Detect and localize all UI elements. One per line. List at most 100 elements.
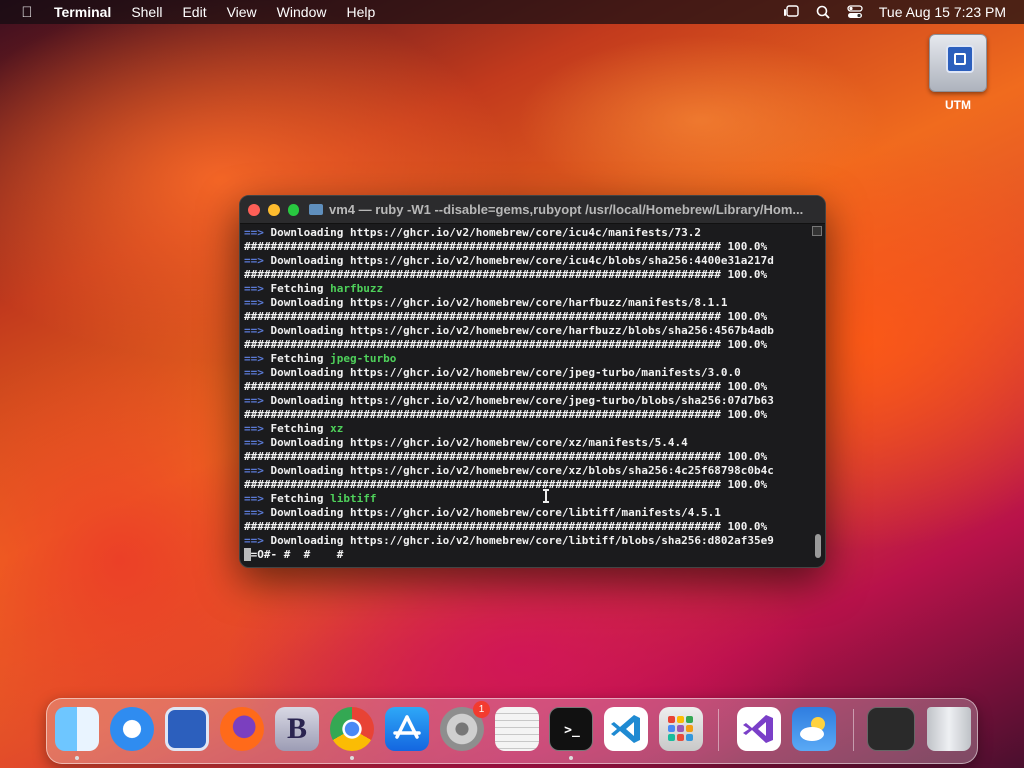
running-indicator <box>350 756 354 760</box>
chrome-window-thumbnail[interactable] <box>867 707 915 751</box>
firefox-icon[interactable] <box>220 707 264 751</box>
terminal-line: ########################################… <box>244 310 808 324</box>
line-text: ########################################… <box>244 478 768 491</box>
terminal-line: ==> Downloading https://ghcr.io/v2/homeb… <box>244 226 808 240</box>
folder-icon <box>309 204 324 215</box>
terminal-line: ########################################… <box>244 338 808 352</box>
menu-bar-clock[interactable]: Tue Aug 15 7:23 PM <box>879 4 1006 20</box>
line-arrow: ==> <box>244 422 264 435</box>
spotlight-search-icon[interactable] <box>815 4 831 20</box>
vscode-icon[interactable] <box>604 707 648 751</box>
running-indicator <box>75 756 79 760</box>
line-text: Downloading https://ghcr.io/v2/homebrew/… <box>263 296 728 309</box>
desktop-icon-label: UTM <box>945 98 971 112</box>
apple-menu-icon[interactable]:  <box>18 4 36 21</box>
stage-manager-icon[interactable] <box>783 4 799 20</box>
dock-glyph: >_ <box>564 722 580 738</box>
line-arrow: ==> <box>244 492 264 505</box>
package-name: jpeg-turbo <box>330 352 397 365</box>
terminal-window[interactable]: vm4 — ruby -W1 --disable=gems,rubyopt /u… <box>239 195 826 568</box>
terminal-line: ==> Fetching libtiff <box>244 492 808 506</box>
terminal-line: ########################################… <box>244 450 808 464</box>
textedit-icon[interactable] <box>495 707 539 751</box>
system-settings-icon[interactable]: 1 <box>440 701 490 751</box>
control-center-icon[interactable] <box>847 4 863 20</box>
terminal-line: ########################################… <box>244 478 808 492</box>
line-arrow: ==> <box>244 226 264 239</box>
launchpad-icon[interactable] <box>659 707 703 751</box>
terminal-output[interactable]: ==> Downloading https://ghcr.io/v2/homeb… <box>244 226 808 562</box>
terminal-line: ==> Downloading https://ghcr.io/v2/homeb… <box>244 534 808 548</box>
terminal-line: ==> Downloading https://ghcr.io/v2/homeb… <box>244 394 808 408</box>
terminal-line: ########################################… <box>244 268 808 282</box>
terminal-line: ==> Downloading https://ghcr.io/v2/homeb… <box>244 464 808 478</box>
line-text: Downloading https://ghcr.io/v2/homebrew/… <box>263 366 741 379</box>
line-text: ########################################… <box>244 380 768 393</box>
menu-window[interactable]: Window <box>277 4 327 20</box>
terminal-line: ==> Downloading https://ghcr.io/v2/homeb… <box>244 366 808 380</box>
terminal-line: ==> Fetching xz <box>244 422 808 436</box>
line-text: Downloading https://ghcr.io/v2/homebrew/… <box>263 534 774 547</box>
bbedit-icon[interactable]: B <box>275 707 319 751</box>
desktop-utm-drive[interactable]: UTM <box>926 34 990 112</box>
menu-view[interactable]: View <box>227 4 257 20</box>
visual-studio-icon[interactable] <box>737 707 781 751</box>
chrome-icon[interactable] <box>330 707 374 751</box>
utm-drive-icon <box>929 34 987 92</box>
terminal-line: ==> Downloading https://ghcr.io/v2/homeb… <box>244 506 808 520</box>
close-window-button[interactable] <box>248 203 260 216</box>
menu-bar:  Terminal Shell Edit View Window Help T… <box>0 0 1024 24</box>
terminal-line: ==> Fetching harfbuzz <box>244 282 808 296</box>
line-text: Downloading https://ghcr.io/v2/homebrew/… <box>263 394 774 407</box>
menu-app-terminal[interactable]: Terminal <box>54 4 111 20</box>
line-text: Downloading https://ghcr.io/v2/homebrew/… <box>263 226 701 239</box>
line-arrow: ==> <box>244 464 264 477</box>
menu-edit[interactable]: Edit <box>182 4 206 20</box>
line-arrow: ==> <box>244 254 264 267</box>
safari-icon[interactable] <box>110 707 154 751</box>
notification-badge: 1 <box>473 701 490 718</box>
progress-line: =O#- # # # <box>244 548 808 562</box>
line-arrow: ==> <box>244 296 264 309</box>
dock-glyph: B <box>286 712 307 745</box>
line-text: Downloading https://ghcr.io/v2/homebrew/… <box>263 436 688 449</box>
terminal-line: ==> Downloading https://ghcr.io/v2/homeb… <box>244 324 808 338</box>
line-text: Fetching <box>263 282 331 295</box>
terminal-icon[interactable]: >_ <box>549 707 593 751</box>
line-arrow: ==> <box>244 534 264 547</box>
terminal-cursor <box>244 548 251 561</box>
trash-icon[interactable] <box>927 707 971 751</box>
minimize-window-button[interactable] <box>267 203 280 216</box>
terminal-line: ########################################… <box>244 520 808 534</box>
scroll-indicator-icon[interactable] <box>812 226 822 236</box>
finder-icon[interactable] <box>55 707 99 751</box>
menu-help[interactable]: Help <box>346 4 375 20</box>
menu-shell[interactable]: Shell <box>131 4 162 20</box>
window-title: vm4 — ruby -W1 --disable=gems,rubyopt /u… <box>329 202 804 217</box>
weather-icon[interactable] <box>792 707 836 751</box>
running-indicator <box>569 756 573 760</box>
line-text: ########################################… <box>244 338 768 351</box>
terminal-line: ==> Downloading https://ghcr.io/v2/homeb… <box>244 436 808 450</box>
zoom-window-button[interactable] <box>287 203 300 216</box>
package-name: harfbuzz <box>330 282 384 295</box>
line-arrow: ==> <box>244 324 264 337</box>
terminal-line: ==> Downloading https://ghcr.io/v2/homeb… <box>244 254 808 268</box>
line-text: ########################################… <box>244 268 768 281</box>
line-arrow: ==> <box>244 506 264 519</box>
app-store-icon[interactable] <box>385 707 429 751</box>
terminal-titlebar[interactable]: vm4 — ruby -W1 --disable=gems,rubyopt /u… <box>240 196 825 224</box>
package-name: libtiff <box>330 492 377 505</box>
package-name: xz <box>330 422 344 435</box>
terminal-line: ==> Downloading https://ghcr.io/v2/homeb… <box>244 296 808 310</box>
dock-separator <box>718 709 719 751</box>
line-text: ########################################… <box>244 408 768 421</box>
utm-icon[interactable] <box>165 707 209 751</box>
line-text: Downloading https://ghcr.io/v2/homebrew/… <box>263 324 774 337</box>
dock: B 1 >_ <box>46 698 978 764</box>
line-text: Downloading https://ghcr.io/v2/homebrew/… <box>263 464 774 477</box>
line-text: Downloading https://ghcr.io/v2/homebrew/… <box>263 506 721 519</box>
progress-text: =O#- # # # <box>250 548 344 561</box>
text-cursor-icon <box>543 489 549 503</box>
scrollbar-thumb[interactable] <box>815 534 821 558</box>
